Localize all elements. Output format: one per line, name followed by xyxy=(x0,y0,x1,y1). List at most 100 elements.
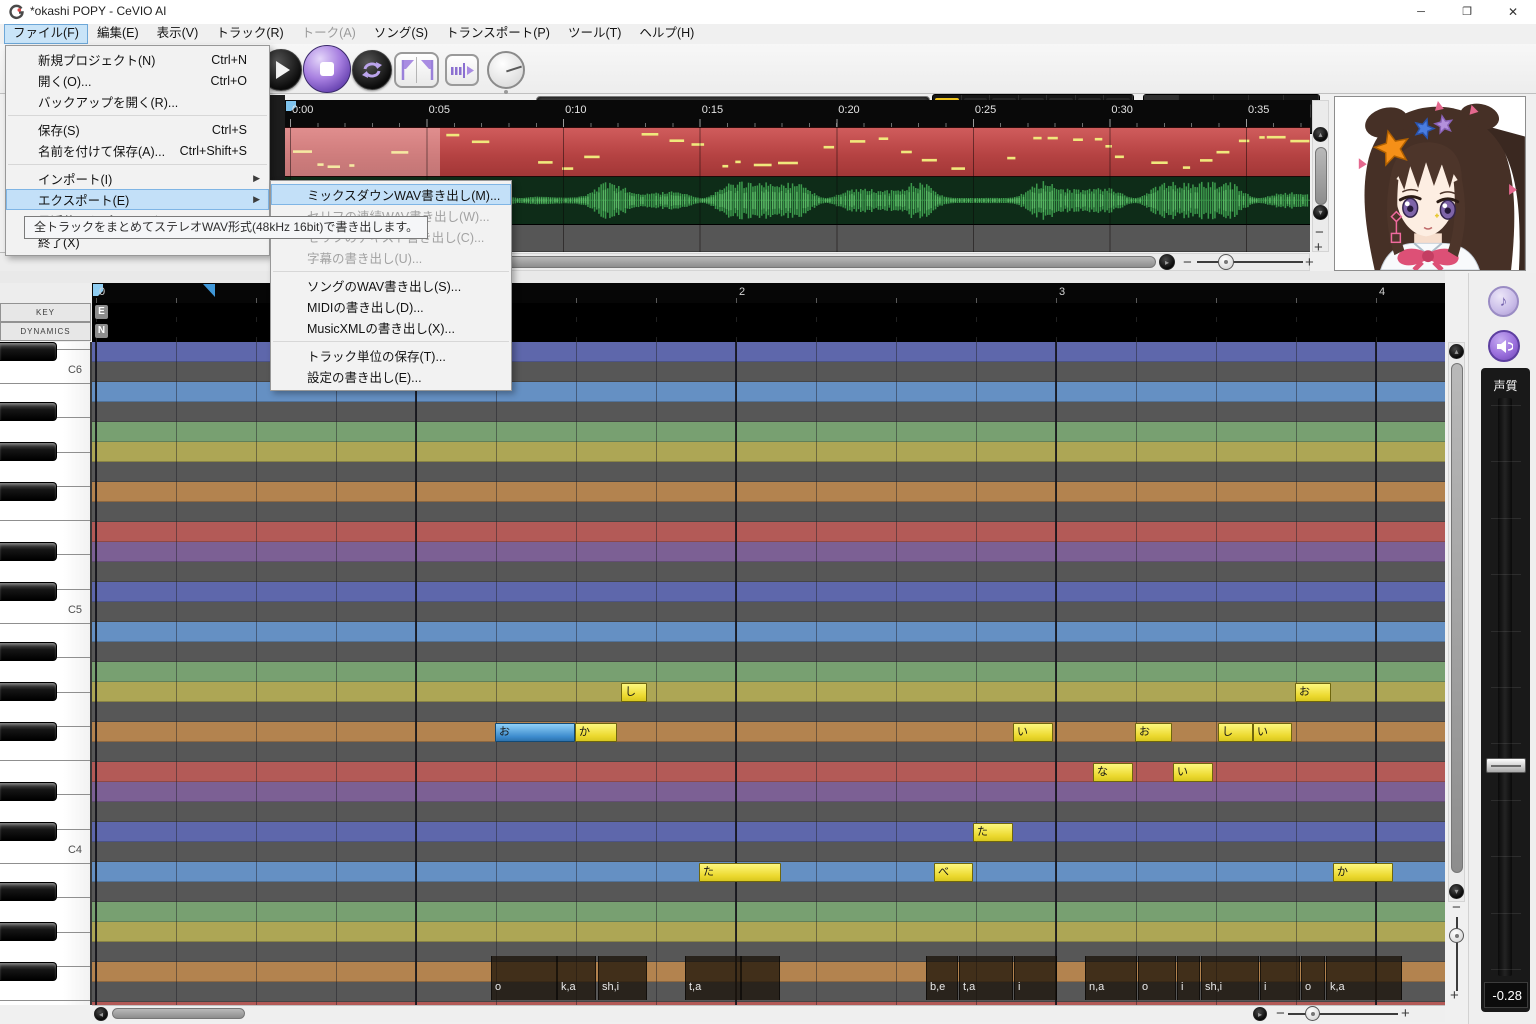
pr-hscrollbar-thumb[interactable] xyxy=(112,1008,245,1019)
phoneme-block[interactable]: t,a xyxy=(685,956,741,1000)
export-menu-item[interactable]: ミックスダウンWAV書き出し(M)... xyxy=(271,184,511,205)
note[interactable]: い xyxy=(1013,723,1053,742)
piano-key-black[interactable] xyxy=(0,542,57,561)
note[interactable]: お xyxy=(1295,683,1331,702)
piano-key-black[interactable] xyxy=(0,722,57,741)
piano-key-black[interactable] xyxy=(0,642,57,661)
phoneme-block[interactable]: k,a xyxy=(557,956,596,1000)
phoneme-block[interactable]: i xyxy=(1014,956,1057,1000)
close-button[interactable]: ✕ xyxy=(1490,0,1536,24)
tracks-scroll-up[interactable]: ▴ xyxy=(1313,127,1328,142)
pr-scroll-up[interactable]: ▴ xyxy=(1449,344,1464,359)
minimize-button[interactable]: ─ xyxy=(1398,0,1444,24)
tracks-zoom-slider[interactable] xyxy=(1197,261,1303,263)
tracks-vscrollbar-thumb[interactable] xyxy=(1315,147,1327,205)
note[interactable]: お xyxy=(495,723,575,742)
tracks-vzoom-out[interactable]: − xyxy=(1315,228,1324,238)
menubar-item[interactable]: トーク(A) xyxy=(293,24,365,44)
pr-scroll-left[interactable]: ◂ xyxy=(94,1007,108,1021)
piano-keyboard[interactable]: C6C5C4 xyxy=(0,342,92,1005)
phoneme-block[interactable]: o xyxy=(1301,956,1325,1000)
note[interactable]: し xyxy=(621,683,647,702)
file-menu-item[interactable]: インポート(I)▶ xyxy=(6,168,269,189)
menubar-item[interactable]: ヘルプ(H) xyxy=(630,24,703,44)
note[interactable]: い xyxy=(1253,723,1292,742)
phoneme-block[interactable]: sh,i xyxy=(1201,956,1259,1000)
phoneme-block[interactable]: k,a xyxy=(1326,956,1402,1000)
piano-key-black[interactable] xyxy=(0,442,57,461)
pr-scroll-right[interactable]: ▸ xyxy=(1253,1007,1267,1021)
file-menu-item[interactable]: バックアップを開く(R)... xyxy=(6,91,269,112)
file-menu-item[interactable]: 新規プロジェクト(N)Ctrl+N xyxy=(6,49,269,70)
pianoroll-grid[interactable]: ok,ash,it,ab,et,ain,aoish,iiok,aしおかたべたいな… xyxy=(92,342,1445,1005)
pianoroll-hscrollbar[interactable] xyxy=(92,1005,1445,1022)
menubar-item[interactable]: ファイル(F) xyxy=(4,24,88,44)
tracks-scroll-down[interactable]: ▾ xyxy=(1313,205,1328,220)
menubar-item[interactable]: トラック(R) xyxy=(207,24,292,44)
export-menu-item[interactable]: ソングのWAV書き出し(S)... xyxy=(271,275,511,296)
pr-zoom-handle[interactable] xyxy=(1305,1006,1320,1021)
file-menu-item[interactable]: 開く(O)...Ctrl+O xyxy=(6,70,269,91)
menubar-item[interactable]: 編集(E) xyxy=(88,24,148,44)
pr-zoom-out[interactable]: − xyxy=(1276,1009,1285,1019)
tracks-vzoom-in[interactable]: + xyxy=(1314,243,1323,253)
piano-key-black[interactable] xyxy=(0,482,57,501)
piano-key-black[interactable] xyxy=(0,922,57,941)
song-track[interactable] xyxy=(285,127,1310,177)
piano-key-black[interactable] xyxy=(0,822,57,841)
pr-scroll-down[interactable]: ▾ xyxy=(1449,884,1464,899)
tracks-scroll-button[interactable]: ▸ xyxy=(1159,254,1175,270)
export-menu-item[interactable]: 字幕の書き出し(U)... xyxy=(271,247,511,268)
phoneme-block[interactable]: b,e xyxy=(926,956,958,1000)
note[interactable]: か xyxy=(1333,863,1393,882)
phoneme-block[interactable]: o xyxy=(1138,956,1176,1000)
pr-vzoom-handle[interactable] xyxy=(1449,928,1464,943)
pianoroll-end-marker[interactable] xyxy=(203,284,216,298)
piano-key-black[interactable] xyxy=(0,782,57,801)
pr-vscrollbar[interactable] xyxy=(1448,342,1465,902)
track-time-ruler[interactable]: 0:000:050:100:150:200:250:300:35 xyxy=(285,100,1310,127)
pr-vzoom-in[interactable]: + xyxy=(1450,991,1459,1001)
tracks-zoom-out[interactable]: − xyxy=(1183,258,1192,268)
menubar-item[interactable]: 表示(V) xyxy=(148,24,208,44)
piano-key-black[interactable] xyxy=(0,682,57,701)
piano-key-black[interactable] xyxy=(0,342,57,361)
note[interactable]: い xyxy=(1173,763,1213,782)
maximize-button[interactable]: ❐ xyxy=(1444,0,1490,24)
export-menu-item[interactable]: MusicXMLの書き出し(X)... xyxy=(271,317,511,338)
menubar-item[interactable]: トランスポート(P) xyxy=(437,24,559,44)
speaker-button[interactable] xyxy=(1488,330,1520,362)
phoneme-block[interactable]: t,a xyxy=(959,956,1013,1000)
loop-range-button[interactable] xyxy=(394,52,439,88)
note[interactable]: た xyxy=(973,823,1013,842)
key-marker[interactable]: E xyxy=(95,305,108,319)
note[interactable]: べ xyxy=(934,863,973,882)
file-menu-item[interactable]: 名前を付けて保存(A)...Ctrl+Shift+S xyxy=(6,140,269,161)
menubar-item[interactable]: ソング(S) xyxy=(365,24,437,44)
song-mode-button[interactable]: ♪ xyxy=(1488,286,1519,317)
pr-vzoom-out[interactable]: − xyxy=(1452,903,1461,913)
piano-key-black[interactable] xyxy=(0,882,57,901)
note[interactable]: た xyxy=(699,863,781,882)
pr-zoom-in[interactable]: + xyxy=(1401,1009,1410,1019)
voice-slider-handle[interactable] xyxy=(1486,758,1526,773)
file-menu-item[interactable]: 保存(S)Ctrl+S xyxy=(6,119,269,140)
marker-button[interactable] xyxy=(445,54,479,86)
phoneme-block[interactable]: sh,i xyxy=(598,956,647,1000)
dynamics-marker[interactable]: N xyxy=(95,324,108,338)
note[interactable]: お xyxy=(1135,723,1172,742)
pr-vscrollbar-thumb[interactable] xyxy=(1451,363,1463,873)
note[interactable]: か xyxy=(575,723,617,742)
menubar-item[interactable]: ツール(T) xyxy=(559,24,630,44)
tempo-dial[interactable] xyxy=(487,51,525,89)
stop-button[interactable] xyxy=(303,45,351,93)
loop-button[interactable] xyxy=(352,50,392,90)
note[interactable]: な xyxy=(1093,763,1133,782)
phoneme-block[interactable]: i xyxy=(1177,956,1200,1000)
phoneme-block[interactable]: n,a xyxy=(1085,956,1137,1000)
note[interactable]: し xyxy=(1218,723,1253,742)
export-menu-item[interactable]: トラック単位の保存(T)... xyxy=(271,345,511,366)
phoneme-block[interactable]: i xyxy=(1260,956,1300,1000)
file-menu-item[interactable]: エクスポート(E)▶ xyxy=(6,189,269,210)
tracks-zoom-in[interactable]: + xyxy=(1305,258,1314,268)
